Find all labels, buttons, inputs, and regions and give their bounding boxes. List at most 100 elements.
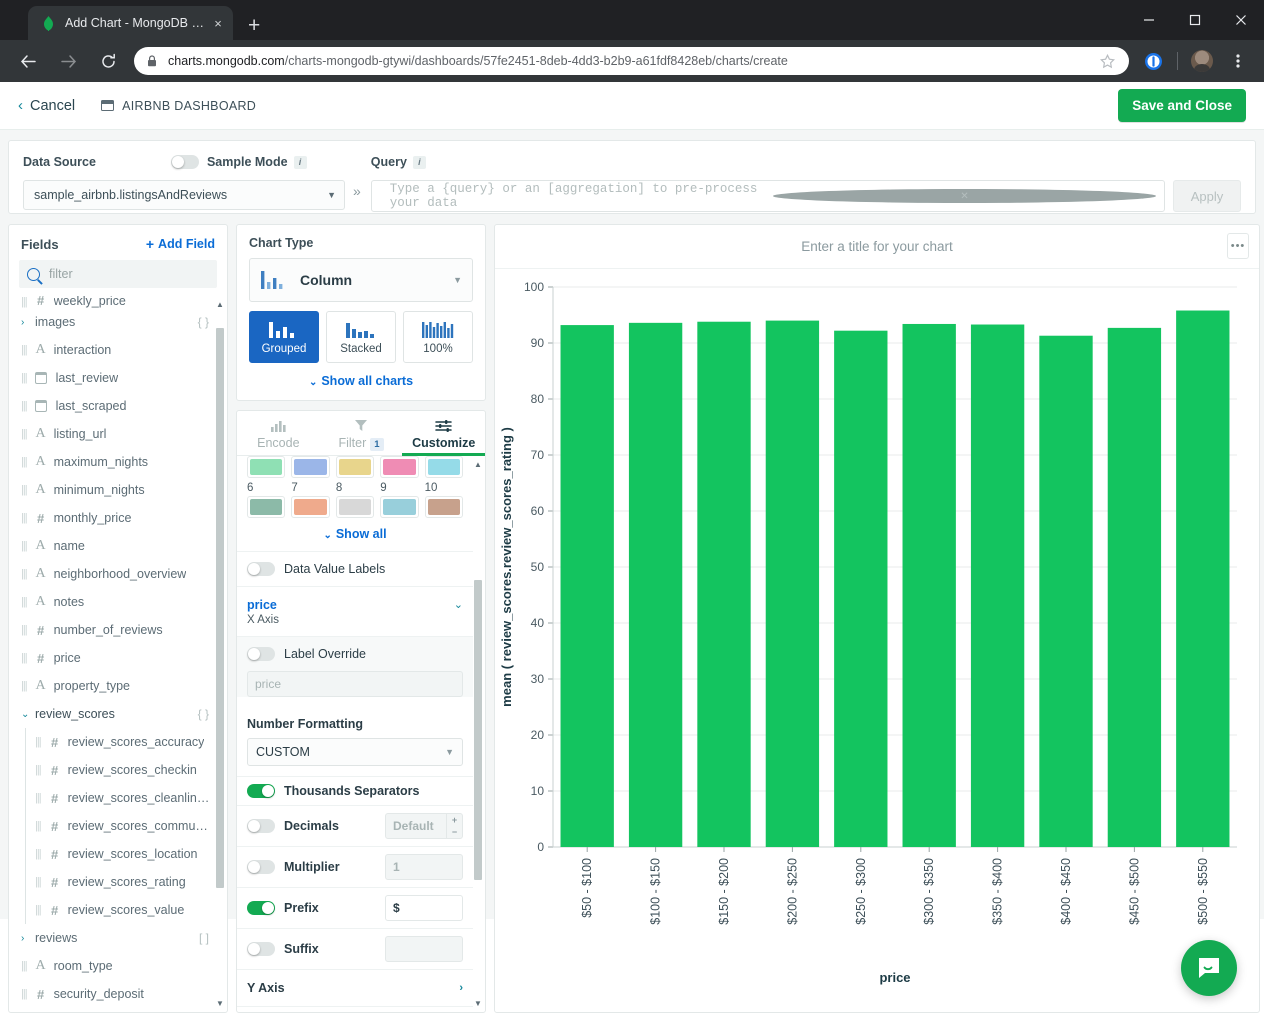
- drag-handle-icon[interactable]: |||: [21, 624, 27, 636]
- drag-handle-icon[interactable]: |||: [35, 876, 41, 888]
- color-swatch[interactable]: [247, 496, 285, 518]
- color-swatch[interactable]: [380, 456, 418, 478]
- minimize-icon[interactable]: [1126, 0, 1172, 40]
- color-swatch[interactable]: [425, 496, 463, 518]
- drag-handle-icon[interactable]: |||: [21, 568, 27, 580]
- show-all-charts-button[interactable]: ⌄Show all charts: [249, 374, 473, 388]
- drag-handle-icon[interactable]: |||: [21, 428, 27, 440]
- drag-handle-icon[interactable]: |||: [21, 960, 27, 972]
- color-swatch[interactable]: [291, 456, 329, 478]
- tab-filter[interactable]: Filter1: [320, 411, 403, 455]
- drag-handle-icon[interactable]: |||: [21, 596, 27, 608]
- chart-options-button[interactable]: •••: [1227, 233, 1249, 259]
- toggle-row-multiplier[interactable]: Multiplier1: [237, 846, 473, 887]
- scroll-up-icon[interactable]: ▲: [473, 460, 483, 469]
- field-item[interactable]: |||#weekly_price: [9, 296, 213, 308]
- query-info-icon[interactable]: i: [413, 156, 426, 169]
- field-item[interactable]: |||Aname: [9, 532, 213, 560]
- field-item[interactable]: |||#review_scores_location: [9, 840, 213, 868]
- field-item[interactable]: |||#security_deposit: [9, 980, 213, 1008]
- field-item[interactable]: |||last_review: [9, 364, 213, 392]
- color-swatch[interactable]: [247, 456, 285, 478]
- sample-mode-toggle[interactable]: [171, 155, 199, 169]
- fields-scrollbar[interactable]: ▲ ▼: [215, 300, 225, 1008]
- stepper-buttons[interactable]: +−: [446, 814, 462, 838]
- drag-handle-icon[interactable]: |||: [21, 512, 27, 524]
- bar[interactable]: [903, 324, 956, 847]
- onepassword-icon[interactable]: [1138, 46, 1168, 76]
- field-item[interactable]: ›images{ }: [9, 308, 213, 336]
- toggle-row-thousands-separators[interactable]: Thousands Separators: [237, 776, 473, 805]
- multiplier-toggle[interactable]: [247, 860, 275, 874]
- add-field-button[interactable]: + Add Field: [146, 236, 215, 252]
- bar[interactable]: [1176, 311, 1229, 847]
- label-override-input[interactable]: price: [247, 671, 463, 697]
- scroll-down-icon[interactable]: ▼: [215, 999, 225, 1008]
- x-axis-section-header[interactable]: price X Axis ⌄: [237, 586, 473, 636]
- tab-encode[interactable]: Encode: [237, 411, 320, 455]
- drag-handle-icon[interactable]: |||: [21, 680, 27, 692]
- new-tab-button[interactable]: +: [248, 15, 260, 36]
- y-axis-collapsed-row[interactable]: Y Axis ›: [237, 969, 473, 1006]
- color-swatch[interactable]: [380, 496, 418, 518]
- clear-icon[interactable]: ✕: [773, 189, 1156, 203]
- drag-handle-icon[interactable]: |||: [21, 988, 27, 1000]
- bar[interactable]: [1108, 328, 1161, 847]
- drag-handle-icon[interactable]: |||: [35, 904, 41, 916]
- field-item[interactable]: |||#review_scores_cleanliness: [9, 784, 213, 812]
- toggle-row-decimals[interactable]: DecimalsDefault+−: [237, 805, 473, 846]
- field-item[interactable]: |||#review_scores_rating: [9, 868, 213, 896]
- apply-button[interactable]: Apply: [1173, 180, 1241, 212]
- bar[interactable]: [971, 325, 1024, 847]
- field-item[interactable]: |||Ainteraction: [9, 336, 213, 364]
- field-item[interactable]: |||Alisting_url: [9, 420, 213, 448]
- chart-variant-stacked[interactable]: Stacked: [326, 311, 396, 363]
- field-item[interactable]: |||#review_scores_commun…: [9, 812, 213, 840]
- decimals-toggle[interactable]: [247, 819, 275, 833]
- drag-handle-icon[interactable]: |||: [35, 764, 41, 776]
- expand-chevron-icon[interactable]: ›: [21, 933, 35, 944]
- chevron-right-icon[interactable]: ›: [459, 982, 463, 994]
- decimals-stepper[interactable]: Default+−: [385, 813, 463, 839]
- chevron-down-icon[interactable]: ⌄: [448, 598, 463, 611]
- scrollbar-thumb[interactable]: [216, 328, 224, 888]
- label-override-toggle[interactable]: [247, 647, 275, 661]
- chart-type-select[interactable]: Column ▼: [249, 258, 473, 302]
- forward-icon[interactable]: [53, 46, 83, 76]
- chart-variant-grouped[interactable]: Grouped: [249, 311, 319, 363]
- field-item[interactable]: |||last_scraped: [9, 392, 213, 420]
- series-section-header[interactable]: review_scores.review_scores_rat… mean ( …: [237, 1006, 473, 1012]
- field-item[interactable]: |||#review_scores_accuracy: [9, 728, 213, 756]
- maximize-icon[interactable]: [1172, 0, 1218, 40]
- field-item[interactable]: |||#number_of_reviews: [9, 616, 213, 644]
- drag-handle-icon[interactable]: |||: [35, 792, 41, 804]
- field-item[interactable]: |||Aneighborhood_overview: [9, 560, 213, 588]
- number-formatting-select[interactable]: CUSTOM ▼: [247, 738, 463, 766]
- avatar[interactable]: [1187, 46, 1217, 76]
- data-source-select[interactable]: sample_airbnb.listingsAndReviews ▼: [23, 180, 345, 210]
- bar[interactable]: [766, 321, 819, 847]
- drag-handle-icon[interactable]: |||: [21, 540, 27, 552]
- bar[interactable]: [697, 322, 750, 847]
- suffix-input[interactable]: [385, 936, 463, 962]
- close-window-icon[interactable]: [1218, 0, 1264, 40]
- bar[interactable]: [1039, 336, 1092, 847]
- bar[interactable]: [561, 325, 614, 847]
- toggle-row-suffix[interactable]: Suffix: [237, 928, 473, 969]
- chat-bubble-icon[interactable]: [1181, 940, 1237, 996]
- scroll-up-icon[interactable]: ▲: [215, 300, 225, 309]
- address-bar[interactable]: charts.mongodb.com/charts-mongodb-gtywi/…: [134, 47, 1129, 75]
- breadcrumb[interactable]: AIRBNB DASHBOARD: [101, 99, 256, 113]
- field-item[interactable]: |||#review_scores_value: [9, 896, 213, 924]
- field-item[interactable]: |||#monthly_price: [9, 504, 213, 532]
- drag-handle-icon[interactable]: |||: [21, 456, 27, 468]
- drag-handle-icon[interactable]: |||: [21, 400, 27, 412]
- field-item[interactable]: ›reviews[ ]: [9, 924, 213, 952]
- bar[interactable]: [629, 323, 682, 847]
- tab-customize[interactable]: Customize: [402, 411, 485, 455]
- scroll-down-icon[interactable]: ▼: [473, 999, 483, 1008]
- bar[interactable]: [834, 331, 887, 847]
- data-value-labels-toggle[interactable]: [247, 562, 275, 576]
- expand-chevron-icon[interactable]: ⌄: [21, 709, 35, 720]
- chart-variant-100pct[interactable]: 100%: [403, 311, 473, 363]
